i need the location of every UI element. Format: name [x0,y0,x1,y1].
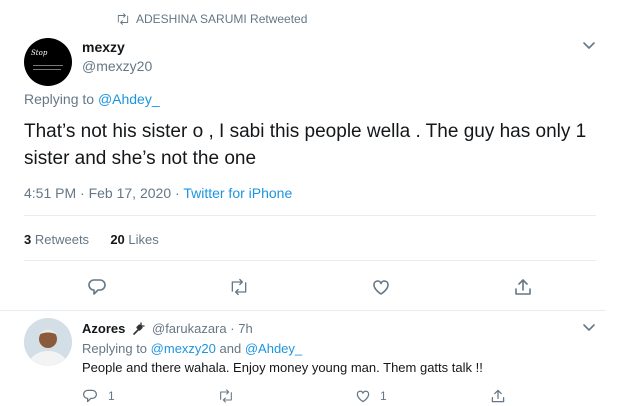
reply-icon[interactable] [82,388,98,404]
plug-emoji-icon [133,322,145,335]
author-name[interactable]: mexzy [82,39,125,55]
retweet-icon[interactable] [218,388,234,404]
chevron-down-icon[interactable] [582,40,596,50]
retweet-icon[interactable] [229,277,249,297]
chevron-down-icon[interactable] [582,322,596,332]
reply-count: 1 [108,389,115,403]
tweet-time[interactable]: 4:51 PM [24,185,76,201]
retweet-header-text[interactable]: ADESHINA SARUMI Retweeted [136,12,307,26]
share-icon[interactable] [490,388,506,404]
like-count: 1 [380,389,387,403]
retweet-header: ADESHINA SARUMI Retweeted [116,12,307,26]
author-handle[interactable]: @mexzy20 [82,58,152,74]
reply-avatar[interactable] [24,318,72,366]
mention-link[interactable]: @mexzy20 [151,341,216,356]
replying-label: Replying to [24,91,95,107]
tweet-source[interactable]: Twitter for iPhone [183,185,292,201]
reply-text: People and there wahala. Enjoy money you… [82,360,483,375]
tweet-text: That’s not his sister o , I sabi this pe… [24,121,587,169]
reply-author-handle[interactable]: @farukazara [152,321,227,336]
reply-replying-to: Replying to @mexzy20 and @Ahdey_ [82,341,303,356]
like-icon[interactable] [371,277,391,297]
likes-stat[interactable]: 20 Likes [110,232,158,247]
replying-to: Replying to @Ahdey_ [24,91,160,107]
mention-link[interactable]: @Ahdey_ [245,341,302,356]
divider [24,215,596,216]
reply-meta: @farukazara · 7h [152,321,253,336]
tweet-date[interactable]: Feb 17, 2020 [89,185,172,201]
reply-time[interactable]: 7h [238,321,252,336]
divider [0,310,606,311]
avatar[interactable]: Stop [24,38,72,86]
like-icon[interactable] [355,388,371,404]
retweets-stat[interactable]: 3 Retweets [24,232,89,247]
mention-link[interactable]: @Ahdey_ [98,91,160,107]
reply-icon[interactable] [87,277,107,297]
reply-author-name[interactable]: Azores [82,321,125,336]
tweet-meta: 4:51 PM · Feb 17, 2020 · Twitter for iPh… [24,185,293,201]
avatar-text: Stop [31,49,48,57]
tweet-stats: 3 Retweets 20 Likes [24,232,159,247]
divider [24,260,596,261]
share-icon[interactable] [513,277,533,297]
retweet-icon [117,13,129,25]
